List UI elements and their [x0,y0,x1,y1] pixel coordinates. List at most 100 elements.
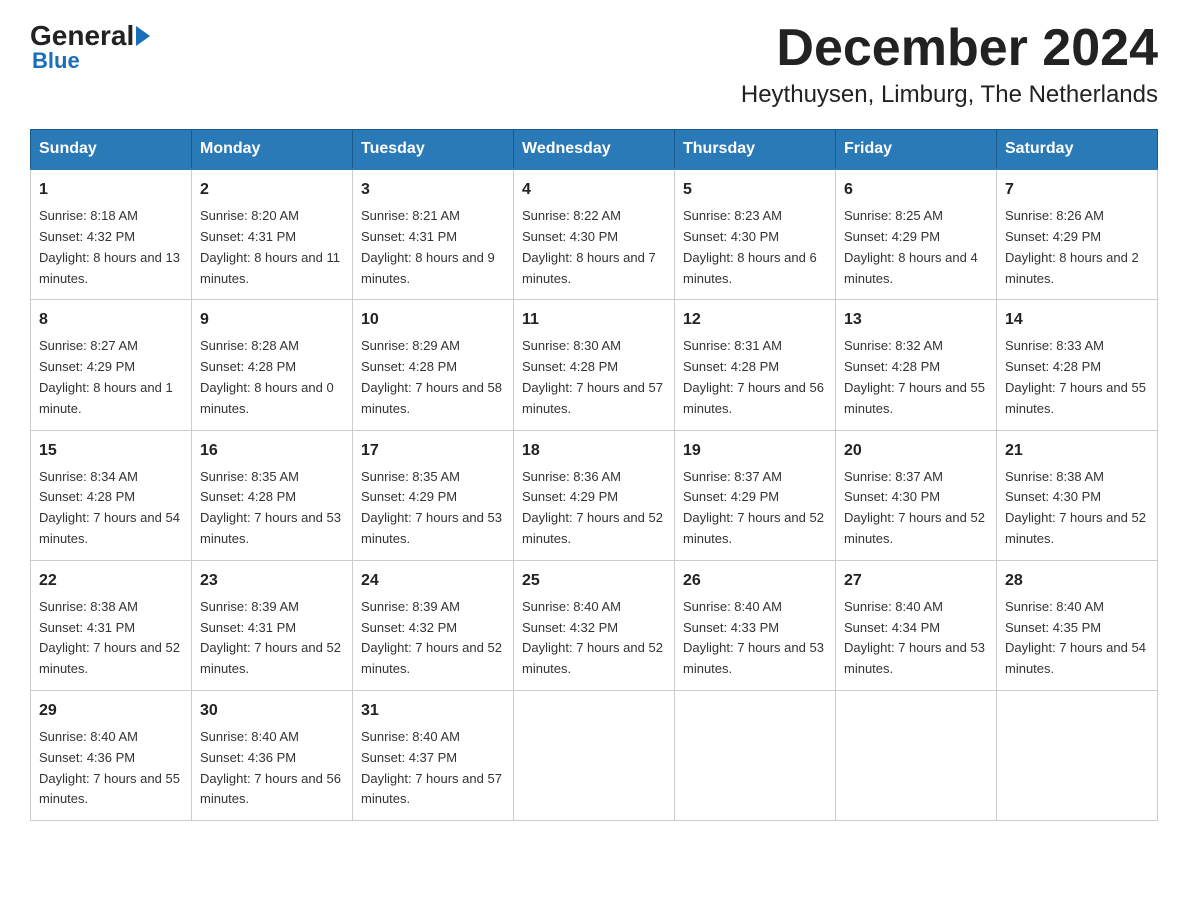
day-number: 14 [1005,308,1149,332]
day-number: 27 [844,569,988,593]
day-number: 16 [200,439,344,463]
calendar-cell: 21 Sunrise: 8:38 AM Sunset: 4:30 PM Dayl… [997,430,1158,560]
calendar-cell: 29 Sunrise: 8:40 AM Sunset: 4:36 PM Dayl… [31,690,192,820]
day-info: Sunrise: 8:28 AM Sunset: 4:28 PM Dayligh… [200,336,344,419]
day-info: Sunrise: 8:40 AM Sunset: 4:36 PM Dayligh… [200,727,344,810]
day-number: 25 [522,569,666,593]
day-number: 6 [844,178,988,202]
day-number: 19 [683,439,827,463]
calendar-cell: 4 Sunrise: 8:22 AM Sunset: 4:30 PM Dayli… [514,169,675,300]
day-number: 30 [200,699,344,723]
day-number: 12 [683,308,827,332]
day-number: 9 [200,308,344,332]
day-info: Sunrise: 8:20 AM Sunset: 4:31 PM Dayligh… [200,206,344,289]
day-info: Sunrise: 8:21 AM Sunset: 4:31 PM Dayligh… [361,206,505,289]
calendar-cell: 2 Sunrise: 8:20 AM Sunset: 4:31 PM Dayli… [192,169,353,300]
calendar-cell [514,690,675,820]
calendar-cell: 6 Sunrise: 8:25 AM Sunset: 4:29 PM Dayli… [836,169,997,300]
weekday-header-row: Sunday Monday Tuesday Wednesday Thursday… [31,130,1158,170]
calendar-cell [836,690,997,820]
day-number: 1 [39,178,183,202]
calendar-cell: 23 Sunrise: 8:39 AM Sunset: 4:31 PM Dayl… [192,560,353,690]
day-info: Sunrise: 8:37 AM Sunset: 4:30 PM Dayligh… [844,467,988,550]
calendar-week-row: 15 Sunrise: 8:34 AM Sunset: 4:28 PM Dayl… [31,430,1158,560]
day-number: 10 [361,308,505,332]
header-wednesday: Wednesday [514,130,675,170]
calendar-cell: 1 Sunrise: 8:18 AM Sunset: 4:32 PM Dayli… [31,169,192,300]
calendar-cell: 17 Sunrise: 8:35 AM Sunset: 4:29 PM Dayl… [353,430,514,560]
day-number: 13 [844,308,988,332]
calendar-cell: 18 Sunrise: 8:36 AM Sunset: 4:29 PM Dayl… [514,430,675,560]
day-info: Sunrise: 8:31 AM Sunset: 4:28 PM Dayligh… [683,336,827,419]
calendar-cell: 20 Sunrise: 8:37 AM Sunset: 4:30 PM Dayl… [836,430,997,560]
calendar-cell: 7 Sunrise: 8:26 AM Sunset: 4:29 PM Dayli… [997,169,1158,300]
day-number: 20 [844,439,988,463]
day-info: Sunrise: 8:39 AM Sunset: 4:31 PM Dayligh… [200,597,344,680]
day-number: 23 [200,569,344,593]
calendar-cell: 10 Sunrise: 8:29 AM Sunset: 4:28 PM Dayl… [353,300,514,430]
day-info: Sunrise: 8:33 AM Sunset: 4:28 PM Dayligh… [1005,336,1149,419]
calendar-cell: 30 Sunrise: 8:40 AM Sunset: 4:36 PM Dayl… [192,690,353,820]
calendar-cell: 31 Sunrise: 8:40 AM Sunset: 4:37 PM Dayl… [353,690,514,820]
day-number: 18 [522,439,666,463]
calendar-title: December 2024 [741,20,1158,77]
day-info: Sunrise: 8:40 AM Sunset: 4:35 PM Dayligh… [1005,597,1149,680]
day-info: Sunrise: 8:23 AM Sunset: 4:30 PM Dayligh… [683,206,827,289]
calendar-cell [997,690,1158,820]
day-info: Sunrise: 8:37 AM Sunset: 4:29 PM Dayligh… [683,467,827,550]
day-number: 28 [1005,569,1149,593]
day-info: Sunrise: 8:22 AM Sunset: 4:30 PM Dayligh… [522,206,666,289]
day-info: Sunrise: 8:38 AM Sunset: 4:30 PM Dayligh… [1005,467,1149,550]
day-number: 31 [361,699,505,723]
day-info: Sunrise: 8:35 AM Sunset: 4:29 PM Dayligh… [361,467,505,550]
calendar-cell: 24 Sunrise: 8:39 AM Sunset: 4:32 PM Dayl… [353,560,514,690]
calendar-cell [675,690,836,820]
title-block: December 2024 Heythuysen, Limburg, The N… [741,20,1158,109]
day-info: Sunrise: 8:27 AM Sunset: 4:29 PM Dayligh… [39,336,183,419]
header-monday: Monday [192,130,353,170]
calendar-week-row: 22 Sunrise: 8:38 AM Sunset: 4:31 PM Dayl… [31,560,1158,690]
day-number: 5 [683,178,827,202]
day-number: 7 [1005,178,1149,202]
day-info: Sunrise: 8:26 AM Sunset: 4:29 PM Dayligh… [1005,206,1149,289]
day-info: Sunrise: 8:38 AM Sunset: 4:31 PM Dayligh… [39,597,183,680]
day-info: Sunrise: 8:30 AM Sunset: 4:28 PM Dayligh… [522,336,666,419]
day-number: 4 [522,178,666,202]
calendar-cell: 3 Sunrise: 8:21 AM Sunset: 4:31 PM Dayli… [353,169,514,300]
day-info: Sunrise: 8:18 AM Sunset: 4:32 PM Dayligh… [39,206,183,289]
header-saturday: Saturday [997,130,1158,170]
calendar-week-row: 29 Sunrise: 8:40 AM Sunset: 4:36 PM Dayl… [31,690,1158,820]
day-info: Sunrise: 8:29 AM Sunset: 4:28 PM Dayligh… [361,336,505,419]
day-info: Sunrise: 8:36 AM Sunset: 4:29 PM Dayligh… [522,467,666,550]
calendar-cell: 14 Sunrise: 8:33 AM Sunset: 4:28 PM Dayl… [997,300,1158,430]
calendar-week-row: 1 Sunrise: 8:18 AM Sunset: 4:32 PM Dayli… [31,169,1158,300]
day-number: 29 [39,699,183,723]
day-info: Sunrise: 8:35 AM Sunset: 4:28 PM Dayligh… [200,467,344,550]
logo: General Blue [30,20,152,74]
logo-arrow-icon [136,26,150,46]
header-tuesday: Tuesday [353,130,514,170]
day-info: Sunrise: 8:34 AM Sunset: 4:28 PM Dayligh… [39,467,183,550]
calendar-cell: 15 Sunrise: 8:34 AM Sunset: 4:28 PM Dayl… [31,430,192,560]
day-info: Sunrise: 8:40 AM Sunset: 4:34 PM Dayligh… [844,597,988,680]
page-header: General Blue December 2024 Heythuysen, L… [30,20,1158,109]
calendar-cell: 25 Sunrise: 8:40 AM Sunset: 4:32 PM Dayl… [514,560,675,690]
calendar-cell: 16 Sunrise: 8:35 AM Sunset: 4:28 PM Dayl… [192,430,353,560]
calendar-cell: 19 Sunrise: 8:37 AM Sunset: 4:29 PM Dayl… [675,430,836,560]
day-number: 26 [683,569,827,593]
calendar-cell: 8 Sunrise: 8:27 AM Sunset: 4:29 PM Dayli… [31,300,192,430]
calendar-week-row: 8 Sunrise: 8:27 AM Sunset: 4:29 PM Dayli… [31,300,1158,430]
calendar-cell: 28 Sunrise: 8:40 AM Sunset: 4:35 PM Dayl… [997,560,1158,690]
calendar-cell: 13 Sunrise: 8:32 AM Sunset: 4:28 PM Dayl… [836,300,997,430]
day-number: 2 [200,178,344,202]
day-number: 24 [361,569,505,593]
day-info: Sunrise: 8:40 AM Sunset: 4:32 PM Dayligh… [522,597,666,680]
calendar-cell: 9 Sunrise: 8:28 AM Sunset: 4:28 PM Dayli… [192,300,353,430]
calendar-table: Sunday Monday Tuesday Wednesday Thursday… [30,129,1158,821]
calendar-cell: 5 Sunrise: 8:23 AM Sunset: 4:30 PM Dayli… [675,169,836,300]
calendar-subtitle: Heythuysen, Limburg, The Netherlands [741,81,1158,109]
day-number: 21 [1005,439,1149,463]
day-number: 22 [39,569,183,593]
day-number: 11 [522,308,666,332]
calendar-cell: 11 Sunrise: 8:30 AM Sunset: 4:28 PM Dayl… [514,300,675,430]
